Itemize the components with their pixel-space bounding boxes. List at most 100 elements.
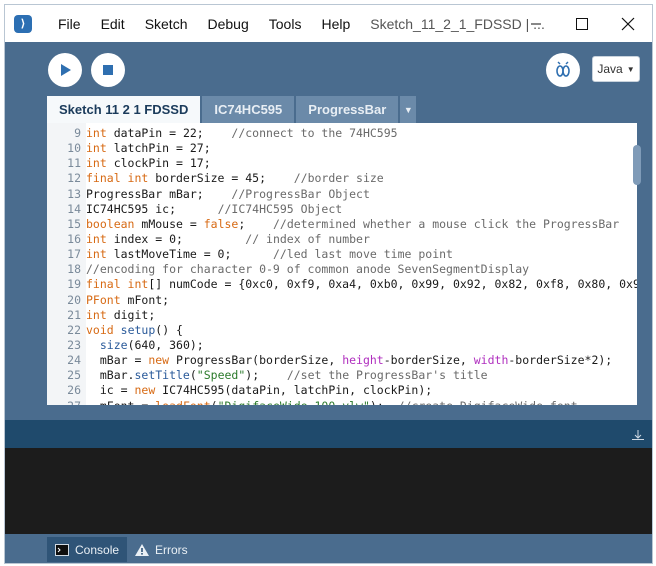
code-line[interactable]: 15 boolean mMouse = false; //determined w… — [47, 217, 627, 232]
code-token: clockPin = 17; — [106, 156, 211, 171]
code-token: //determined whether a mouse click the P… — [272, 216, 620, 231]
run-button[interactable] — [48, 53, 82, 87]
line-number: 24 — [67, 353, 81, 368]
warning-icon — [135, 543, 149, 556]
code-token: boolean — [86, 216, 135, 231]
title-bar: ⟩ File Edit Sketch Debug Tools Help Sket… — [5, 5, 652, 42]
maximize-icon — [576, 17, 588, 30]
line-number: 27 — [47, 399, 86, 405]
stop-button[interactable] — [91, 53, 125, 87]
line-number: 12 — [67, 171, 81, 186]
minimize-icon — [531, 23, 541, 24]
line-number: 21 — [67, 307, 81, 322]
line-number: 14 — [67, 201, 81, 216]
code-line[interactable]: 25 mBar. setTitle("Speed"); //set the Pro… — [47, 368, 627, 383]
menu-debug[interactable]: Debug — [198, 16, 259, 32]
code-token: int — [86, 307, 107, 322]
mode-selector[interactable]: Java ▼ — [592, 56, 640, 82]
code-line[interactable]: 18 //encoding for character 0-9 of common… — [47, 262, 627, 277]
maximize-button[interactable] — [559, 5, 605, 42]
code-line[interactable]: 20 PFont mFont; — [47, 293, 627, 308]
tab-sketch-main[interactable]: Sketch 11 2 1 FDSSD — [47, 96, 201, 123]
code-token: int — [86, 141, 107, 156]
code-token: size — [99, 337, 128, 352]
code-line[interactable]: 17 int lastMoveTime = 0; //led last move … — [47, 247, 627, 262]
code-token: index = 0; — [106, 231, 246, 246]
mode-label: Java — [597, 62, 623, 76]
code-line[interactable]: 14 IC74HC595 ic; //IC74HC595 Object — [47, 202, 627, 217]
code-token: mFont = — [86, 399, 155, 405]
code-line[interactable]: 22 void setup() { — [47, 323, 627, 338]
code-area[interactable]: 9 int dataPin = 22; //connect to the 74HC… — [47, 126, 637, 405]
code-token: // index of number — [245, 231, 370, 246]
code-token: mBar = — [86, 353, 149, 368]
line-number: 11 — [67, 156, 81, 171]
code-token: () { — [155, 322, 183, 337]
tab-console[interactable]: Console — [47, 537, 128, 562]
console-panel[interactable] — [5, 448, 652, 534]
code-token: ProgressBar(borderSize, — [169, 353, 343, 368]
menu-file[interactable]: File — [48, 16, 91, 32]
minimize-button[interactable] — [513, 5, 559, 42]
line-number: 17 — [67, 247, 81, 262]
line-number: 10 — [67, 141, 81, 156]
sketch-tabs: Sketch 11 2 1 FDSSD IC74HC595 ProgressBa… — [47, 96, 418, 123]
tab-progressbar[interactable]: ProgressBar — [296, 96, 399, 123]
code-token: PFont — [86, 292, 121, 307]
code-token: latchPin = 27; — [106, 141, 211, 156]
code-token: setTitle — [134, 368, 190, 383]
line-number: 16 — [67, 231, 81, 246]
stop-icon — [103, 65, 113, 75]
code-token: width — [473, 353, 509, 368]
debugger-button[interactable] — [546, 53, 580, 87]
code-token: [] numCode = {0xc0, 0xf9, 0xa4, 0xb0, 0x… — [148, 277, 637, 292]
code-token: (640, 360); — [127, 337, 204, 352]
line-number: 9 — [74, 126, 81, 140]
code-token: ; — [238, 216, 273, 231]
collapse-icon[interactable] — [632, 430, 644, 440]
code-line[interactable]: 26 ic = new IC74HC595(dataPin, latchPin,… — [47, 383, 627, 398]
line-number: 23 — [67, 337, 81, 352]
code-token: setup — [120, 322, 156, 337]
code-token: //border size — [293, 171, 384, 186]
code-token: int — [86, 156, 107, 171]
menu-sketch[interactable]: Sketch — [135, 16, 198, 32]
code-line[interactable]: 19 final int[] numCode = {0xc0, 0xf9, 0xa… — [47, 277, 637, 292]
code-token: new — [148, 353, 170, 368]
menu-tools[interactable]: Tools — [259, 16, 312, 32]
line-number: 26 — [67, 383, 81, 398]
code-token: "DigifaceWide-100.vlw" — [218, 399, 370, 405]
editor-scrollbar[interactable] — [633, 145, 641, 185]
line-number: 13 — [67, 186, 81, 201]
tab-errors[interactable]: Errors — [127, 537, 196, 562]
code-line[interactable]: 11 int clockPin = 17; — [47, 156, 627, 171]
close-button[interactable] — [605, 5, 651, 42]
code-line[interactable]: 12 final int borderSize = 45; //border si… — [47, 171, 627, 186]
code-line[interactable]: 13 ProgressBar mBar; //ProgressBar Object — [47, 187, 627, 202]
code-line[interactable]: 24 mBar = new ProgressBar(borderSize, he… — [47, 353, 627, 368]
processing-window: ⟩ File Edit Sketch Debug Tools Help Sket… — [4, 4, 653, 564]
tab-menu-button[interactable]: ▼ — [400, 96, 417, 123]
code-line[interactable]: 9 int dataPin = 22; //connect to the 74HC… — [47, 126, 627, 141]
code-line[interactable]: 16 int index = 0; // index of number — [47, 232, 627, 247]
code-editor[interactable]: 9 int dataPin = 22; //connect to the 74HC… — [47, 123, 637, 405]
code-token: lastMoveTime = 0; — [106, 247, 273, 262]
processing-app-icon[interactable]: ⟩ — [14, 14, 32, 33]
menu-edit[interactable]: Edit — [91, 16, 135, 32]
code-line[interactable]: 23 size (640, 360); — [47, 338, 627, 353]
code-token: ( — [189, 368, 197, 383]
code-line[interactable]: 10 int latchPin = 27; — [47, 141, 627, 156]
toolbar: Java ▼ — [5, 42, 652, 100]
code-line[interactable]: 21 int digit; — [47, 308, 627, 323]
code-token: -borderSize*2); — [508, 353, 613, 368]
tab-ic74hc595[interactable]: IC74HC595 — [202, 96, 295, 123]
code-token: //create DigifaceWide font — [398, 399, 578, 405]
code-token: height — [342, 353, 384, 368]
console-divider[interactable] — [5, 420, 652, 448]
code-line[interactable]: 27 mFont = loadFont("DigifaceWide-100.vl… — [47, 399, 627, 405]
menu-help[interactable]: Help — [311, 16, 360, 32]
footer-bar: Console Errors — [5, 534, 652, 563]
code-token: ( — [211, 399, 218, 405]
code-token: //set the ProgressBar's title — [286, 368, 488, 383]
